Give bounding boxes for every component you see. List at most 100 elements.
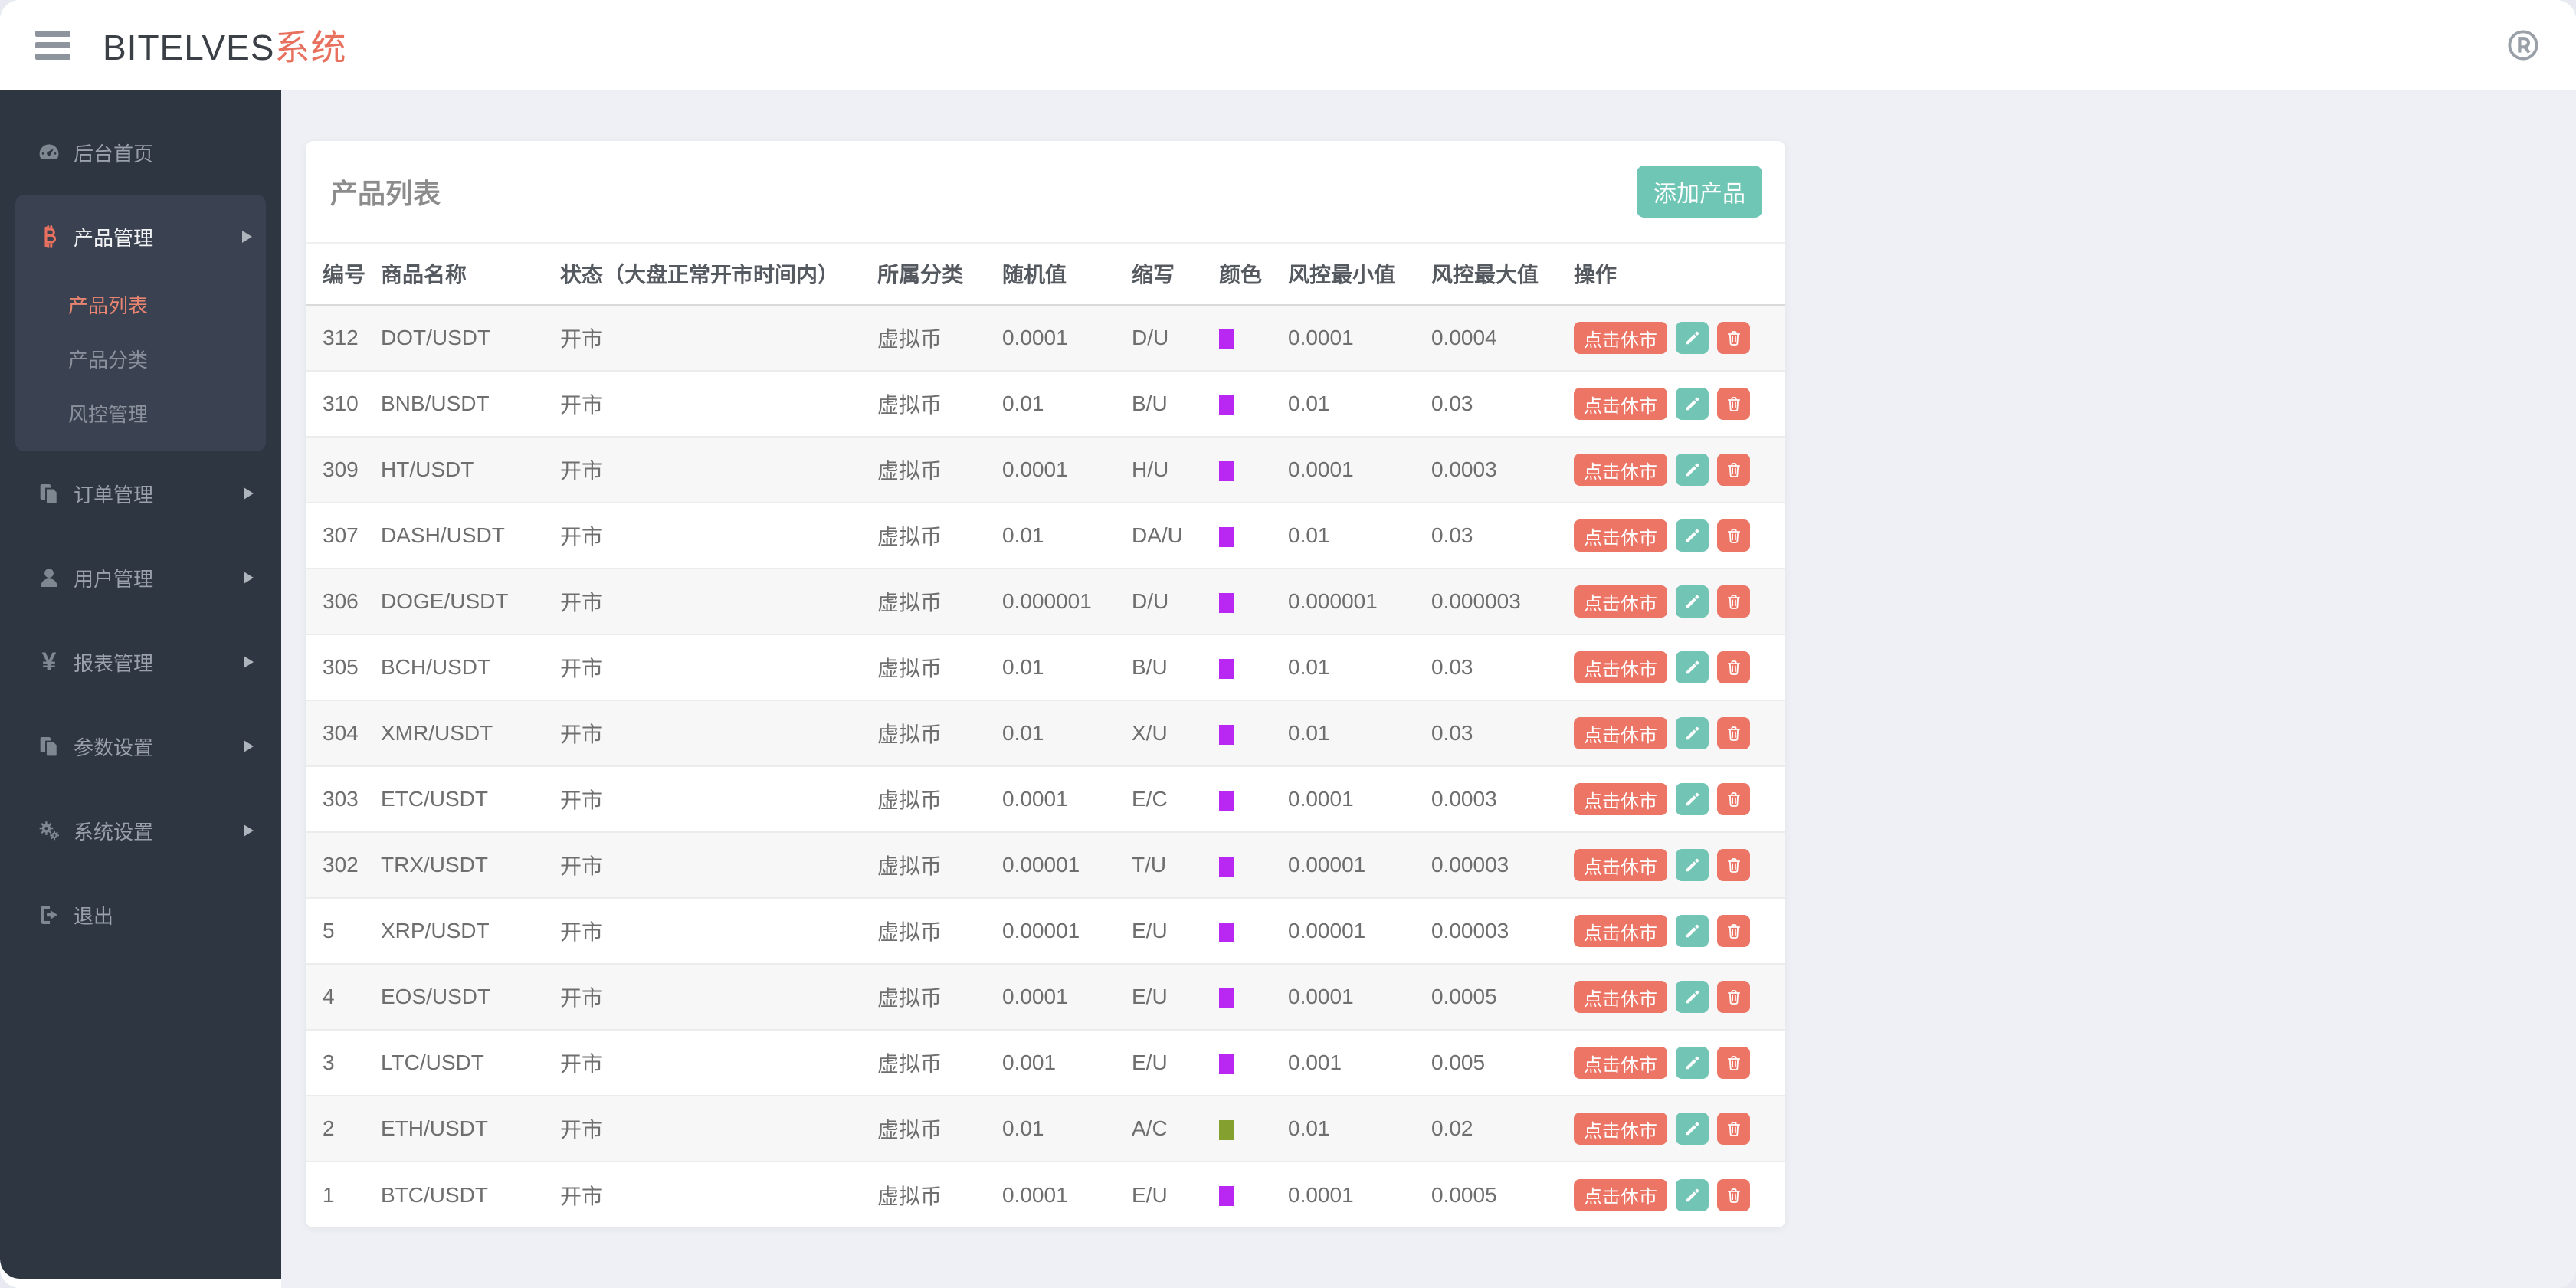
sidebar-subitem-product-list[interactable]: 产品列表 — [15, 279, 266, 333]
delete-button[interactable] — [1717, 915, 1750, 947]
sidebar-item-reports[interactable]: ¥ 报表管理 — [0, 620, 281, 704]
trash-icon — [1727, 331, 1740, 346]
edit-button[interactable] — [1676, 717, 1709, 749]
sidebar-subitem-product-category[interactable]: 产品分类 — [15, 333, 266, 388]
edit-button[interactable] — [1676, 322, 1709, 355]
cell-random-value: 0.01 — [1002, 634, 1132, 701]
sidebar-item-users[interactable]: 用户管理 — [0, 536, 281, 620]
edit-button[interactable] — [1676, 519, 1709, 552]
toggle-market-button[interactable]: 点击休市 — [1574, 1113, 1667, 1145]
cell-color — [1219, 700, 1288, 767]
delete-button[interactable] — [1717, 783, 1750, 815]
toggle-market-button[interactable]: 点击休市 — [1574, 915, 1667, 947]
edit-button[interactable] — [1676, 388, 1709, 420]
color-chip — [1219, 658, 1234, 679]
toggle-market-button[interactable]: 点击休市 — [1574, 1047, 1667, 1079]
sidebar-item-parameters[interactable]: 参数设置 — [0, 704, 281, 788]
edit-button[interactable] — [1676, 849, 1709, 881]
edit-button[interactable] — [1676, 1113, 1709, 1145]
cell-random-value: 0.0001 — [1002, 437, 1132, 503]
trash-icon — [1727, 792, 1740, 807]
delete-button[interactable] — [1717, 519, 1750, 552]
sidebar-item-logout[interactable]: 退出 — [0, 873, 281, 957]
delete-button[interactable] — [1717, 1047, 1750, 1079]
cell-status: 开市 — [560, 898, 877, 965]
delete-button[interactable] — [1717, 1178, 1750, 1211]
toggle-market-button[interactable]: 点击休市 — [1574, 1178, 1667, 1211]
delete-button[interactable] — [1717, 849, 1750, 881]
cell-abbr: D/U — [1132, 305, 1219, 372]
toggle-market-button[interactable]: 点击休市 — [1574, 519, 1667, 552]
toggle-market-button[interactable]: 点击休市 — [1574, 717, 1667, 749]
delete-button[interactable] — [1717, 981, 1750, 1013]
registered-icon[interactable] — [2506, 28, 2541, 63]
sidebar-item-orders[interactable]: 订单管理 — [0, 451, 281, 536]
cell-color — [1219, 766, 1288, 833]
table-row: 302 TRX/USDT 开市 虚拟币 0.00001 T/U 0.00001 … — [306, 832, 1785, 899]
edit-button[interactable] — [1676, 1047, 1709, 1079]
edit-button[interactable] — [1676, 1178, 1709, 1211]
add-product-button[interactable]: 添加产品 — [1637, 166, 1762, 218]
delete-button[interactable] — [1717, 388, 1750, 420]
cell-actions: 点击休市 — [1574, 964, 1785, 1031]
cell-category: 虚拟币 — [877, 634, 1002, 701]
cell-risk-max: 0.00003 — [1431, 832, 1574, 899]
cell-status: 开市 — [560, 1030, 877, 1096]
toggle-market-button[interactable]: 点击休市 — [1574, 981, 1667, 1013]
sidebar-item-label: 报表管理 — [74, 651, 154, 675]
edit-button[interactable] — [1676, 454, 1709, 486]
cell-id: 304 — [306, 700, 381, 767]
cell-abbr: E/U — [1132, 1030, 1219, 1096]
sidebar-group-product: 产品管理 产品列表 产品分类 风控管理 — [15, 195, 266, 451]
product-table: 编号 商品名称 状态（大盘正常开市时间内） 所属分类 随机值 缩写 颜色 风控最… — [306, 244, 1785, 1227]
toggle-market-button[interactable]: 点击休市 — [1574, 651, 1667, 683]
sidebar-item-system[interactable]: 系统设置 — [0, 788, 281, 873]
edit-button[interactable] — [1676, 981, 1709, 1013]
toggle-market-button[interactable]: 点击休市 — [1574, 322, 1667, 355]
edit-button[interactable] — [1676, 783, 1709, 815]
table-row: 3 LTC/USDT 开市 虚拟币 0.001 E/U 0.001 0.005 … — [306, 1030, 1785, 1096]
cell-status: 开市 — [560, 437, 877, 503]
toggle-market-button[interactable]: 点击休市 — [1574, 454, 1667, 486]
menu-toggle-icon[interactable] — [35, 31, 70, 60]
delete-button[interactable] — [1717, 717, 1750, 749]
color-chip — [1219, 922, 1234, 942]
trash-icon — [1727, 726, 1740, 741]
edit-pencil-icon — [1686, 529, 1699, 542]
sidebar-item-home[interactable]: 后台首页 — [0, 110, 281, 195]
files-icon — [36, 733, 62, 759]
edit-pencil-icon — [1686, 660, 1699, 674]
delete-button[interactable] — [1717, 454, 1750, 486]
delete-button[interactable] — [1717, 585, 1750, 618]
delete-button[interactable] — [1717, 322, 1750, 355]
cell-product-name: LTC/USDT — [381, 1030, 560, 1096]
toggle-market-button[interactable]: 点击休市 — [1574, 849, 1667, 881]
table-row: 307 DASH/USDT 开市 虚拟币 0.01 DA/U 0.01 0.03… — [306, 503, 1785, 569]
cell-color — [1219, 437, 1288, 503]
cell-status: 开市 — [560, 832, 877, 899]
toggle-market-button[interactable]: 点击休市 — [1574, 783, 1667, 815]
color-chip — [1219, 460, 1234, 481]
delete-button[interactable] — [1717, 651, 1750, 683]
toggle-market-button[interactable]: 点击休市 — [1574, 388, 1667, 420]
cell-random-value: 0.00001 — [1002, 832, 1132, 899]
sidebar-item-product-management[interactable]: 产品管理 — [15, 195, 266, 279]
sidebar-subitem-risk-management[interactable]: 风控管理 — [15, 388, 266, 442]
toggle-market-button[interactable]: 点击休市 — [1574, 585, 1667, 618]
col-actions: 操作 — [1574, 244, 1785, 306]
edit-button[interactable] — [1676, 915, 1709, 947]
delete-button[interactable] — [1717, 1113, 1750, 1145]
edit-button[interactable] — [1676, 651, 1709, 683]
edit-pencil-icon — [1686, 924, 1699, 938]
cell-risk-min: 0.0001 — [1288, 305, 1431, 372]
cell-random-value: 0.01 — [1002, 503, 1132, 569]
cell-actions: 点击休市 — [1574, 634, 1785, 701]
cell-product-name: BTC/USDT — [381, 1182, 488, 1207]
table-row: 306 DOGE/USDT 开市 虚拟币 0.000001 D/U 0.0000… — [306, 569, 1785, 635]
cell-id: 1 — [323, 1182, 335, 1207]
cell-product-name: DOGE/USDT — [381, 569, 560, 635]
edit-button[interactable] — [1676, 585, 1709, 618]
cell-actions: 点击休市 — [1574, 700, 1785, 767]
edit-pencil-icon — [1686, 397, 1699, 411]
cell-color — [1219, 1162, 1288, 1227]
